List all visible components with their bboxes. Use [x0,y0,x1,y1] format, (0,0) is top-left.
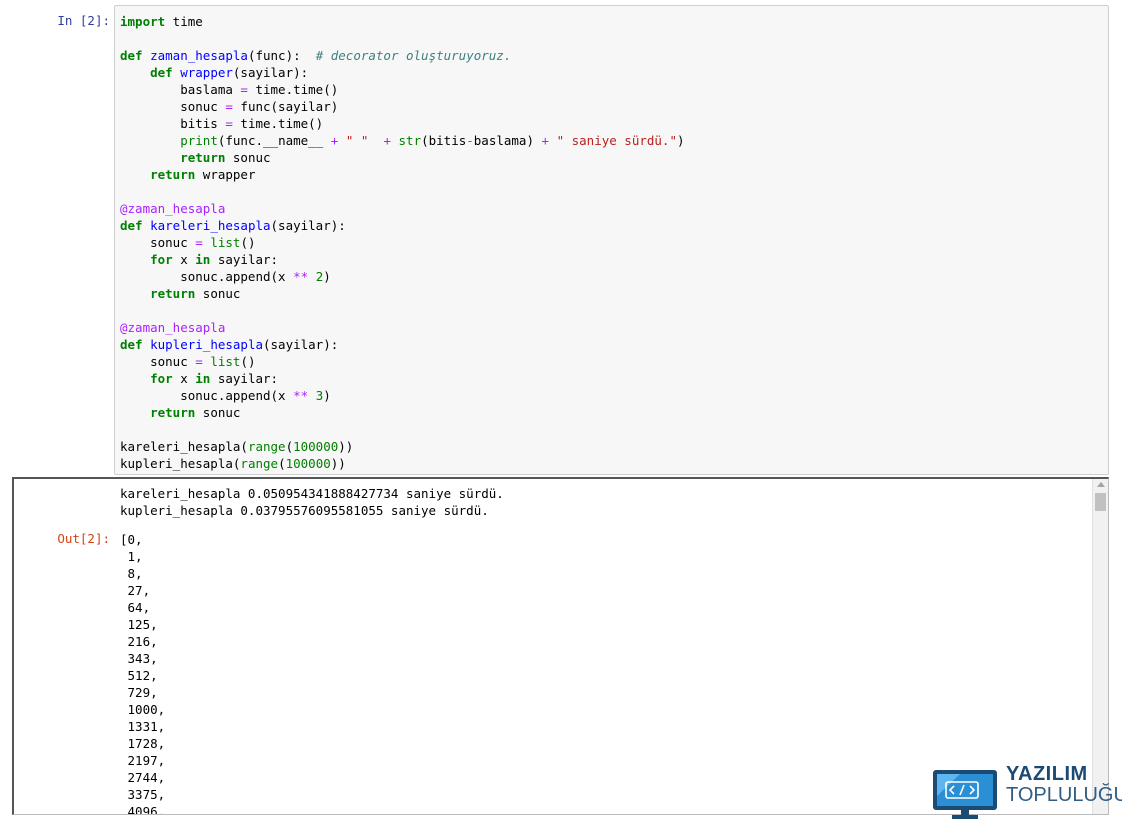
code-editor[interactable]: import time def zaman_hesapla(func): # d… [114,5,1109,475]
result-output: [0, 1, 8, 27, 64, 125, 216, 343, 512, 72… [120,532,166,815]
stdout-output: kareleri_hesapla 0.050954341888427734 sa… [120,486,504,518]
yazilim-toplulugu-logo: YAZILIM TOPLULUĞU [932,760,1122,821]
output-prompt: Out[2]: [57,531,110,546]
input-prompt: In [2]: [57,13,110,28]
monitor-logo-icon [933,770,997,819]
scroll-thumb[interactable] [1095,493,1106,511]
logo-subtitle: TOPLULUĞU [1006,784,1122,806]
scroll-up-arrow-icon[interactable] [1097,482,1105,487]
code-content[interactable]: import time def zaman_hesapla(func): # d… [115,6,1108,472]
logo-title: YAZILIM [1006,763,1088,785]
